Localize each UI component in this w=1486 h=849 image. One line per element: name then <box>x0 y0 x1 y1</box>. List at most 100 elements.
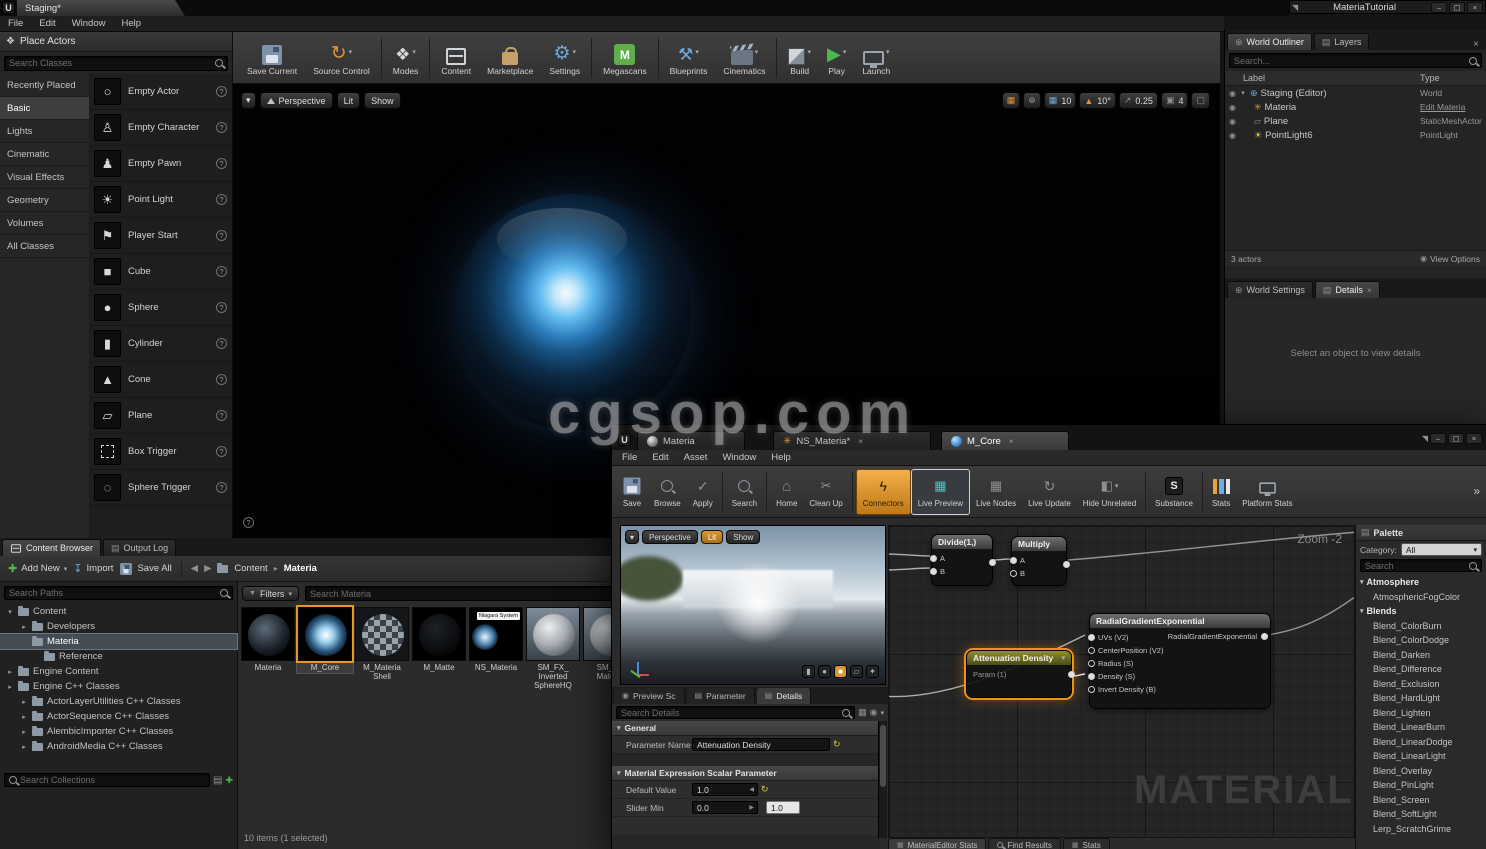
input-pin[interactable] <box>930 555 937 562</box>
modes-button[interactable]: ❖ ▾ Modes <box>385 34 427 82</box>
category-visual-effects[interactable]: Visual Effects <box>0 166 89 189</box>
input-pin[interactable] <box>1010 570 1017 577</box>
surface-snap-toggle[interactable]: ⊕ <box>1023 92 1041 109</box>
palette-item[interactable]: Blend_LinearBurn <box>1356 720 1486 735</box>
tab-details[interactable]: ▤ Details <box>756 687 812 704</box>
tree-item-developers[interactable]: ▸ Developers <box>0 619 237 634</box>
live-nodes-button[interactable]: ▦ Live Nodes <box>970 469 1022 515</box>
category-all-classes[interactable]: All Classes <box>0 235 89 258</box>
actor-box-trigger[interactable]: Box Trigger? <box>89 434 232 470</box>
node-multiply[interactable]: Multiply A B <box>1010 536 1070 586</box>
rotation-snap-value[interactable]: ▲ 10° <box>1079 92 1116 109</box>
tree-item-actorlayerutilities[interactable]: ▸ ActorLayerUtilities C++ Classes <box>0 694 237 709</box>
collections-list-icon[interactable]: ▤ <box>213 775 222 786</box>
palette-item[interactable]: AtmosphericFogColor <box>1356 590 1486 605</box>
tree-item-androidmedia[interactable]: ▸ AndroidMedia C++ Classes <box>0 739 237 754</box>
blueprints-button[interactable]: ⚒ ▾ Blueprints <box>662 34 716 82</box>
tab-world-outliner[interactable]: ⊕ World Outliner <box>1227 33 1312 50</box>
asset-sm-fx-inverted-sphere[interactable]: SM_FX_ Inverted SphereHQ <box>525 606 581 691</box>
tab-preview-scene[interactable]: ◉ Preview Sc <box>614 687 685 704</box>
help-icon[interactable]: ? <box>216 194 227 205</box>
category-cinematic[interactable]: Cinematic <box>0 143 89 166</box>
menu-asset[interactable]: Asset <box>684 452 708 463</box>
viewport-help-icon[interactable]: ? <box>243 517 254 528</box>
shape-cylinder-button[interactable]: ▮ <box>802 665 815 678</box>
palette-category-atmosphere[interactable]: ▾ Atmosphere <box>1356 575 1486 590</box>
outliner-row[interactable]: ◉ ☀ PointLight6 PointLight <box>1225 128 1486 142</box>
close-tab-icon[interactable]: × <box>858 436 863 446</box>
source-control-button[interactable]: ↻ ▾ Source Control <box>305 34 378 82</box>
palette-search-input[interactable] <box>1365 560 1466 571</box>
tree-item-reference[interactable]: Reference <box>0 649 237 664</box>
save-all-button[interactable]: Save All <box>119 562 172 576</box>
grid-snap-value[interactable]: ▦ 10 <box>1043 92 1077 109</box>
eye-icon[interactable]: ◉ <box>1229 131 1236 140</box>
play-button[interactable]: ▶ ▾ Play <box>819 34 854 82</box>
close-panel-icon[interactable]: × <box>1468 39 1484 50</box>
palette-item[interactable]: Blend_LinearLight <box>1356 749 1486 764</box>
tree-item-materia[interactable]: Materia <box>0 633 238 650</box>
place-actors-search-input[interactable] <box>9 58 212 68</box>
palette-category-blends[interactable]: ▾ Blends <box>1356 604 1486 619</box>
content-button[interactable]: Content <box>433 34 479 82</box>
tab-output-log[interactable]: ▤ Output Log <box>103 539 177 556</box>
menu-file[interactable]: File <box>8 18 23 29</box>
preview-perspective-button[interactable]: Perspective <box>642 530 698 544</box>
tree-item-actorsequence[interactable]: ▸ ActorSequence C++ Classes <box>0 709 237 724</box>
help-icon[interactable]: ? <box>216 122 227 133</box>
outliner-row[interactable]: ◉ ✳ Materia Edit Materia <box>1225 100 1486 114</box>
close-button[interactable]: × <box>1467 1 1483 13</box>
close-tab-icon[interactable]: × <box>1009 436 1014 446</box>
asset-m-matte[interactable]: M_Matte <box>411 606 467 673</box>
input-pin[interactable] <box>1088 686 1095 693</box>
default-value-field[interactable]: 1.0 ◀ <box>692 783 758 796</box>
eye-icon[interactable]: ◉ <box>1229 89 1236 98</box>
slider-min-field[interactable]: 0.0 ▶ <box>692 801 758 814</box>
actor-sphere-trigger[interactable]: ◌ Sphere Trigger? <box>89 470 232 506</box>
toolbar-overflow-icon[interactable]: » <box>1473 484 1480 498</box>
asset-ns-materia[interactable]: Niagara System NS_Materia <box>468 606 524 673</box>
back-icon[interactable]: ◀ <box>191 563 198 574</box>
tab-details[interactable]: ▤ Details × <box>1314 281 1380 298</box>
palette-item[interactable]: Blend_LinearDodge <box>1356 735 1486 750</box>
platform-stats-button[interactable]: Platform Stats <box>1236 469 1298 515</box>
add-collection-icon[interactable]: ✚ <box>225 775 233 786</box>
hide-unrelated-button[interactable]: ◧ ▾ Hide Unrelated <box>1077 469 1142 515</box>
home-button[interactable]: ⌂ Home <box>770 469 803 515</box>
apply-button[interactable]: ✓ Apply <box>687 469 719 515</box>
tree-item-alembicimporter[interactable]: ▸ AlembicImporter C++ Classes <box>0 724 237 739</box>
live-update-button[interactable]: ↻ Live Update <box>1022 469 1077 515</box>
help-icon[interactable]: ? <box>216 374 227 385</box>
place-actors-header[interactable]: ❖ Place Actors <box>0 32 232 52</box>
scale-snap-value[interactable]: ↗ 0.25 <box>1118 92 1158 109</box>
megascans-button[interactable]: M Megascans <box>595 34 654 82</box>
perspective-button[interactable]: Perspective <box>259 92 333 109</box>
eye-icon[interactable]: ◉ <box>1229 103 1236 112</box>
help-icon[interactable]: ? <box>216 410 227 421</box>
help-icon[interactable]: ? <box>216 446 227 457</box>
category-basic[interactable]: Basic <box>0 97 89 120</box>
pin-icon[interactable]: ◥ <box>1422 434 1428 443</box>
details-scrollbar[interactable] <box>878 721 887 838</box>
actor-cylinder[interactable]: ▮ Cylinder? <box>89 326 232 362</box>
palette-item[interactable]: Blend_Lighten <box>1356 706 1486 721</box>
actor-empty-pawn[interactable]: ♟ Empty Pawn? <box>89 146 232 182</box>
add-new-button[interactable]: ✚ Add New ▾ <box>8 562 67 575</box>
browse-button[interactable]: Browse <box>648 469 687 515</box>
palette-item[interactable]: Blend_HardLight <box>1356 691 1486 706</box>
section-scalar-parameter[interactable]: ▾ Material Expression Scalar Parameter <box>612 766 880 781</box>
category-recently-placed[interactable]: Recently Placed <box>0 74 89 97</box>
help-icon[interactable]: ? <box>216 338 227 349</box>
output-pin[interactable] <box>1068 671 1075 678</box>
category-volumes[interactable]: Volumes <box>0 212 89 235</box>
tab-stats[interactable]: ▦ Stats <box>1062 838 1110 849</box>
tab-find-results[interactable]: Find Results <box>988 838 1061 849</box>
launch-button[interactable]: ▾ Launch <box>854 34 898 82</box>
window-tab-staging[interactable]: Staging* <box>17 0 185 16</box>
maximize-button[interactable]: ▢ <box>1449 1 1465 13</box>
tab-materialeditor-stats[interactable]: ▦ MaterialEditor Stats <box>888 838 987 849</box>
palette-item[interactable]: Blend_Overlay <box>1356 764 1486 779</box>
spinner-icon[interactable]: ▶ <box>749 804 754 811</box>
tree-item-engine-content[interactable]: ▸ Engine Content <box>0 664 237 679</box>
menu-window[interactable]: Window <box>722 452 756 463</box>
